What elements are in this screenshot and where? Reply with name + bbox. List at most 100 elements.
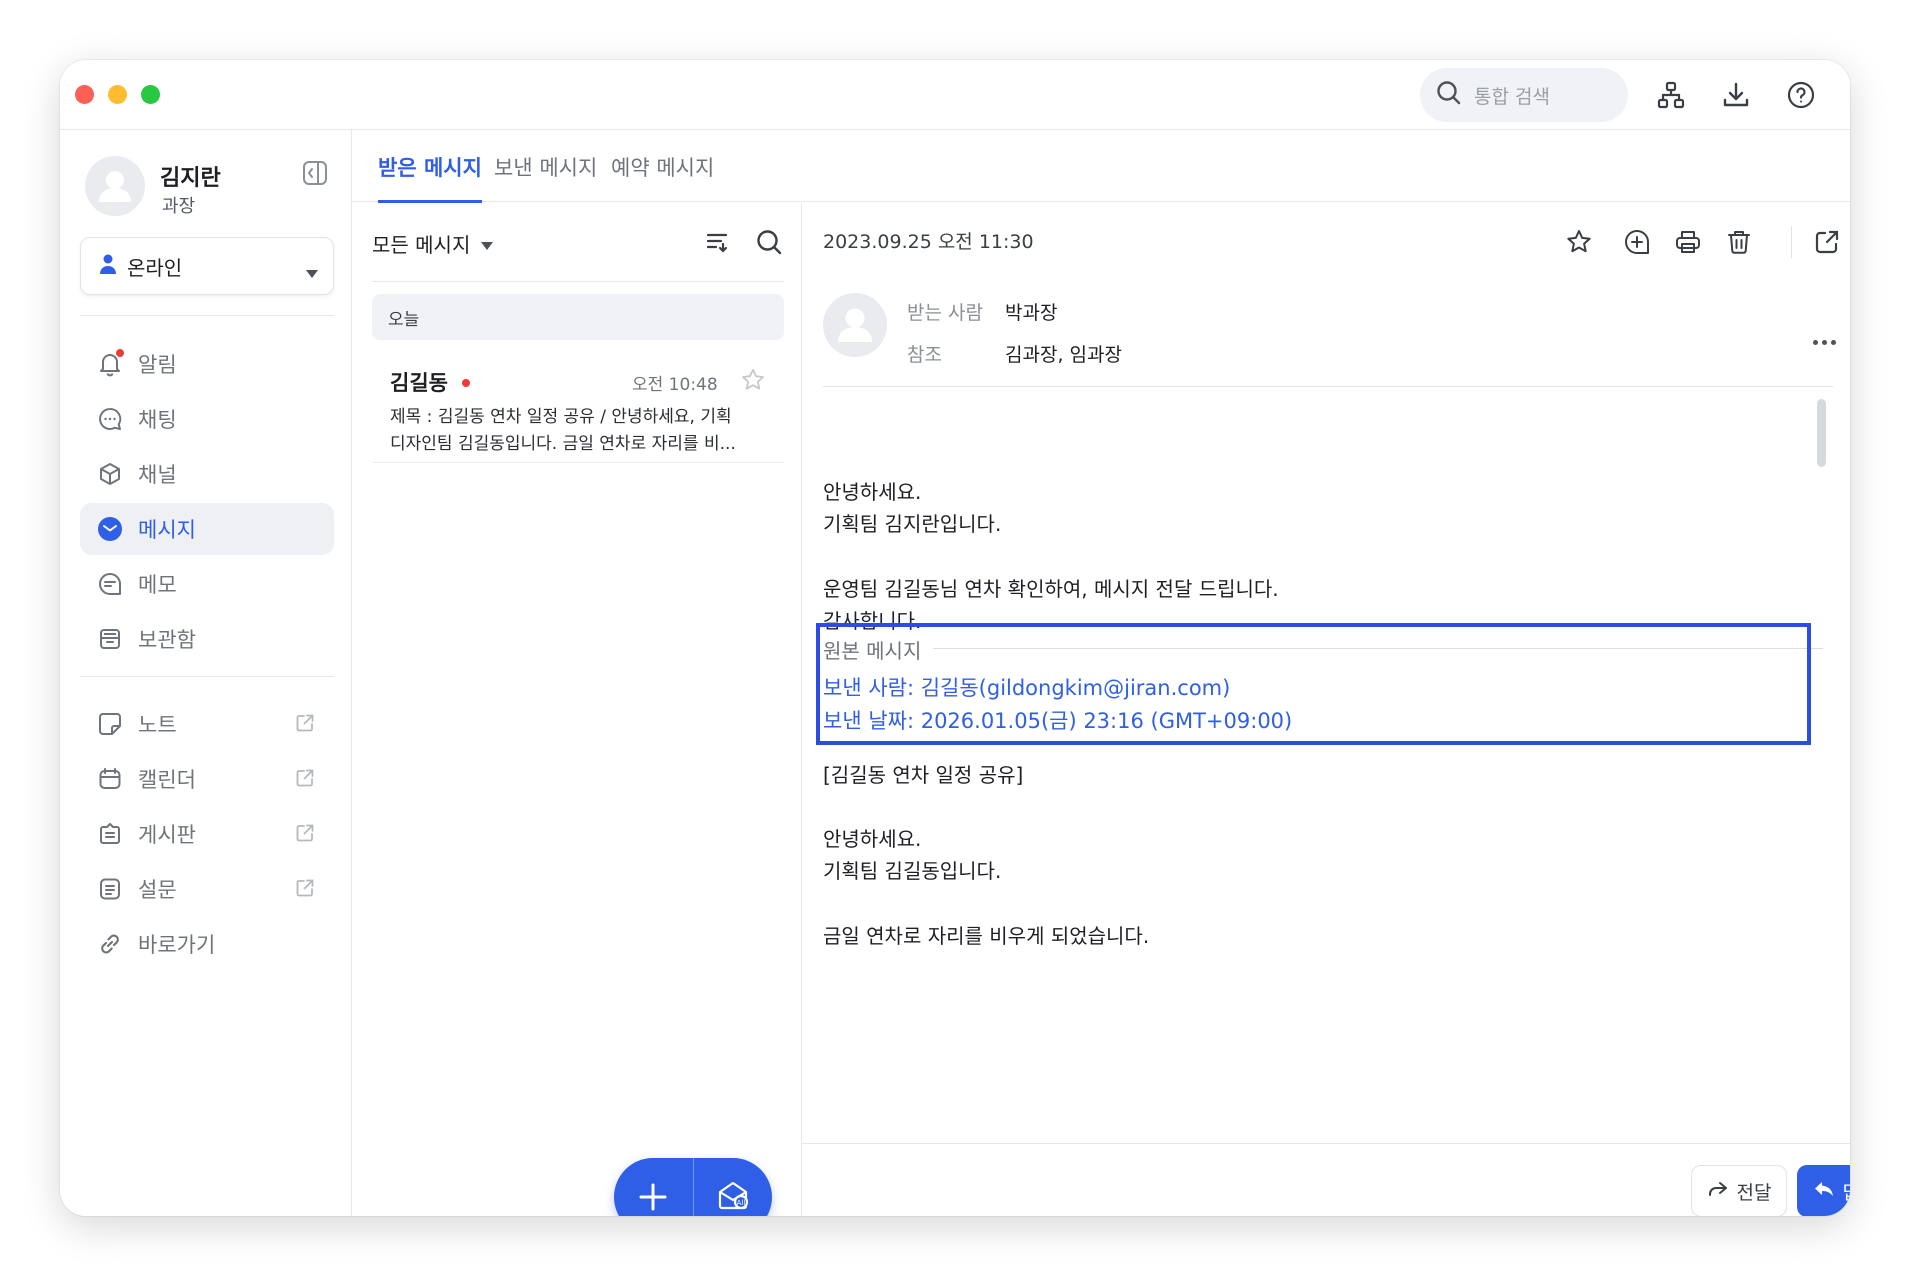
board-icon [96, 820, 124, 848]
recipient-value: 박과장 [1005, 302, 1058, 324]
reply-button-label: 답장 [1843, 1178, 1850, 1205]
external-link-icon [294, 822, 316, 849]
mark-all-read-button[interactable]: All [694, 1158, 773, 1216]
add-memo-icon[interactable] [1618, 223, 1656, 261]
message-date: 2023.09.25 오전 11:30 [823, 231, 1034, 253]
archive-icon [96, 625, 124, 653]
body-line: 금일 연차로 자리를 비우게 되었습니다. [823, 924, 1150, 948]
date-group-header: 오늘 [372, 294, 784, 340]
star-icon[interactable] [1560, 223, 1598, 261]
collapse-sidebar-icon[interactable] [300, 158, 330, 188]
external-link-icon [294, 712, 316, 739]
sidebar-item-label: 채팅 [138, 408, 177, 432]
message-sender: 김길동 [390, 371, 448, 395]
cc-value: 김과장, 임과장 [1005, 344, 1122, 366]
global-search-input[interactable]: 통합 검색 [1420, 68, 1628, 122]
close-window-button[interactable] [75, 85, 94, 104]
sidebar-item-memo[interactable]: 메모 [80, 558, 334, 610]
sidebar-item-messages[interactable]: 메시지 [80, 503, 334, 555]
sidebar-item-label: 보관함 [138, 628, 196, 652]
body-line: 안녕하세요. [823, 827, 922, 851]
message-preview-line: 제목 : 김길동 연차 일정 공유 / 안녕하세요, 기획 [390, 407, 732, 427]
trash-icon[interactable] [1720, 223, 1758, 261]
body-line: 기획팀 김지란입니다. [823, 512, 1002, 536]
new-message-button[interactable] [614, 1158, 693, 1216]
profile-card[interactable]: 김지란 과장 [85, 156, 335, 220]
global-search-placeholder: 통합 검색 [1474, 85, 1550, 108]
forward-button-label: 전달 [1736, 1181, 1772, 1204]
message-preview-line: 디자인팀 김길동입니다. 금일 연차로 자리를 비... [390, 434, 736, 454]
unread-indicator [462, 379, 470, 387]
recipient-label: 받는 사람 [907, 302, 983, 324]
help-icon[interactable] [1782, 76, 1820, 114]
reply-button[interactable]: 답장 [1797, 1165, 1850, 1216]
cube-icon [96, 460, 124, 488]
sidebar-item-channel[interactable]: 채널 [80, 448, 334, 500]
reply-icon [1813, 1178, 1835, 1205]
print-icon[interactable] [1669, 223, 1707, 261]
sidebar-item-alerts[interactable]: 알림 [80, 338, 334, 390]
sender-avatar [823, 293, 887, 357]
list-item[interactable]: 김길동 오전 10:48 제목 : 김길동 연차 일정 공유 / 안녕하세요, … [372, 353, 784, 463]
tab-inbox[interactable]: 받은 메시지 [378, 152, 482, 203]
sidebar-divider [80, 315, 334, 316]
sidebar-divider [80, 676, 334, 677]
zoom-window-button[interactable] [141, 85, 160, 104]
message-tabs: 받은 메시지 보낸 메시지 예약 메시지 [352, 130, 1850, 203]
message-filter-dropdown[interactable]: 모든 메시지 [372, 229, 494, 258]
scrollbar-thumb[interactable] [1817, 399, 1826, 467]
memo-icon [96, 570, 124, 598]
open-in-new-window-icon[interactable] [1808, 223, 1846, 261]
sort-icon[interactable] [700, 225, 734, 259]
link-icon [96, 930, 124, 958]
forward-button[interactable]: 전달 [1691, 1165, 1787, 1216]
sidebar-item-shortcuts[interactable]: 바로가기 [80, 918, 334, 970]
note-icon [96, 710, 124, 738]
sidebar-item-archive[interactable]: 보관함 [80, 613, 334, 665]
sidebar-item-note[interactable]: 노트 [80, 698, 334, 750]
star-icon[interactable] [740, 367, 766, 397]
org-chart-icon[interactable] [1652, 76, 1690, 114]
original-sent-date: 보낸 날짜: 2026.01.05(금) 23:16 (GMT+09:00) [823, 709, 1293, 733]
list-search-icon[interactable] [752, 225, 786, 259]
tab-scheduled[interactable]: 예약 메시지 [611, 152, 714, 202]
sidebar-item-survey[interactable]: 설문 [80, 863, 334, 915]
bell-icon [96, 349, 124, 378]
profile-name: 김지란 [160, 166, 221, 191]
message-time: 오전 10:48 [632, 375, 718, 395]
chat-bubble-icon [96, 405, 124, 433]
person-icon [97, 253, 119, 280]
tab-sent[interactable]: 보낸 메시지 [494, 152, 597, 202]
sidebar-item-chat[interactable]: 채팅 [80, 393, 334, 445]
body-line: 감사합니다. [823, 609, 922, 633]
compose-fab: All [614, 1158, 772, 1216]
toolbar-separator [1791, 226, 1792, 258]
sidebar: 김지란 과장 온라인 알림 채팅 채널 메시지 메모 보관함 노트 캘린더 게시… [60, 130, 352, 1216]
minimize-window-button[interactable] [108, 85, 127, 104]
sidebar-item-label: 채널 [138, 463, 177, 487]
forward-icon [1707, 1178, 1729, 1205]
sidebar-item-board[interactable]: 게시판 [80, 808, 334, 860]
body-line: 안녕하세요. [823, 480, 922, 504]
search-icon [1436, 80, 1462, 111]
original-message-divider [933, 648, 1823, 649]
sidebar-item-label: 메모 [138, 573, 177, 597]
sidebar-item-label: 설문 [138, 878, 177, 902]
body-line: 운영팀 김길동님 연차 확인하여, 메시지 전달 드립니다. [823, 577, 1279, 601]
more-options-icon[interactable] [1805, 330, 1843, 354]
list-divider [372, 281, 784, 282]
message-reading-pane: 2023.09.25 오전 11:30 받는 사람 박과장 참조 김과장, 임과… [803, 203, 1850, 1216]
chevron-down-icon [305, 260, 319, 284]
download-icon[interactable] [1717, 76, 1755, 114]
avatar [85, 156, 145, 216]
presence-status-select[interactable]: 온라인 [80, 237, 334, 295]
sidebar-item-label: 노트 [138, 713, 177, 737]
body-line: 기획팀 김길동입니다. [823, 859, 1002, 883]
sidebar-item-calendar[interactable]: 캘린더 [80, 753, 334, 805]
calendar-icon [96, 765, 124, 793]
message-filter-value: 모든 메시지 [372, 233, 471, 257]
app-window: 통합 검색 김지란 과장 온라인 알림 채팅 채널 메시지 메모 보관함 노트 … [60, 60, 1850, 1216]
original-message-label: 원본 메시지 [823, 635, 934, 664]
sidebar-item-label: 캘린더 [138, 768, 196, 792]
original-sender: 보낸 사람: 김길동(gildongkim@jiran.com) [823, 676, 1231, 700]
